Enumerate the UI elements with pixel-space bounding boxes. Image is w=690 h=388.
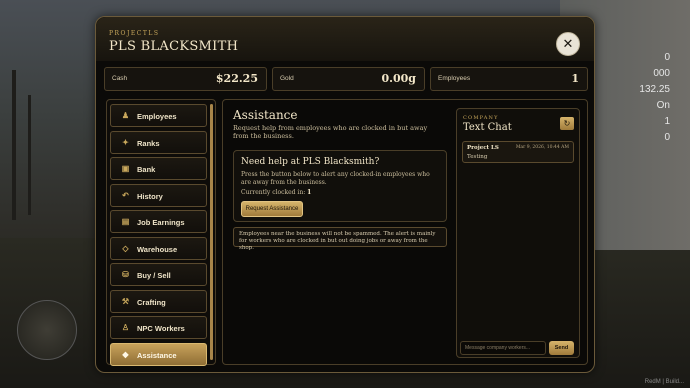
bank-icon: ▣	[121, 164, 130, 173]
sidebar-item-job-earnings[interactable]: ▤ Job Earnings	[110, 210, 207, 233]
stat-label: Employees	[438, 75, 471, 82]
header-subtitle: PROJECTLS	[109, 30, 160, 37]
page-title: PLS BLACKSMITH	[109, 39, 239, 54]
sidebar-item-buy-sell[interactable]: ⛁ Buy / Sell	[110, 263, 207, 286]
help-text: Press the button below to alert any cloc…	[241, 171, 430, 186]
stat-label: Cash	[112, 75, 128, 82]
sidebar-item-label: Warehouse	[137, 245, 178, 254]
chat-title: Text Chat	[463, 122, 512, 133]
refresh-icon: ↻	[563, 119, 571, 128]
close-button[interactable]: ✕	[556, 32, 580, 56]
info-note: Employees near the business will not be …	[233, 227, 447, 251]
game-background-pole	[12, 70, 16, 220]
sidebar-item-label: Employees	[137, 112, 177, 121]
main-panel: Assistance Request help from employees w…	[222, 99, 588, 365]
clocked-in-value: 1	[307, 189, 312, 196]
hud-value: On	[656, 100, 670, 111]
game-background-pole	[28, 95, 31, 215]
modal-header: PROJECTLS PLS BLACKSMITH ✕	[96, 17, 594, 61]
stat-value: 1	[571, 72, 579, 85]
hud-values: 0 000 132.25 On 1 0	[639, 50, 670, 146]
message-body: Testing	[467, 154, 488, 160]
chat-message-input[interactable]: Message company workers...	[460, 341, 546, 355]
stat-value: 0.00g	[381, 72, 416, 85]
send-button[interactable]: Send	[549, 341, 574, 355]
sidebar-item-label: Buy / Sell	[137, 271, 171, 280]
sidebar-item-label: Job Earnings	[137, 218, 185, 227]
request-assistance-button[interactable]: Request Assistance	[241, 201, 303, 217]
sidebar-item-label: Assistance	[137, 351, 177, 360]
hud-value: 000	[653, 68, 670, 79]
sidebar-item-history[interactable]: ↶ History	[110, 184, 207, 207]
bag-icon: ⛁	[122, 270, 129, 279]
chat-message: Project LS Mar 9, 2026, 10:44 AM Testing	[462, 141, 574, 163]
sidebar-item-label: Bank	[137, 165, 156, 174]
sidebar-scroll-thumb[interactable]	[210, 104, 213, 360]
section-title: Assistance	[233, 108, 298, 122]
hud-value: 1	[664, 116, 670, 127]
history-icon: ↶	[122, 191, 129, 200]
sidebar-item-employees[interactable]: ♟ Employees	[110, 104, 207, 127]
help-card: Need help at PLS Blacksmith? Press the b…	[233, 150, 447, 222]
sidebar-item-npc-workers[interactable]: ♙ NPC Workers	[110, 316, 207, 339]
warehouse-icon: ◇	[122, 244, 129, 253]
chat-subtitle: COMPANY	[463, 115, 499, 121]
sidebar-item-ranks[interactable]: ✦ Ranks	[110, 131, 207, 154]
diamond-icon: ◆	[122, 350, 129, 359]
stat-employees: Employees 1	[430, 67, 588, 91]
stat-gold: Gold 0.00g	[272, 67, 425, 91]
message-author: Project LS	[467, 145, 499, 151]
help-heading: Need help at PLS Blacksmith?	[241, 157, 380, 167]
stat-label: Gold	[280, 75, 294, 82]
stat-cash: Cash $22.25	[104, 67, 267, 91]
section-description: Request help from employees who are cloc…	[233, 124, 428, 140]
ledger-icon: ▤	[121, 217, 130, 226]
message-time: Mar 9, 2026, 10:44 AM	[515, 145, 569, 150]
hud-value: 0	[664, 132, 670, 143]
stat-value: $22.25	[215, 72, 258, 85]
clocked-in-label: Currently clocked in:	[241, 189, 306, 196]
business-modal: PROJECTLS PLS BLACKSMITH ✕ Cash $22.25 G…	[95, 16, 595, 373]
sidebar-item-label: Ranks	[137, 139, 160, 148]
refresh-button[interactable]: ↻	[560, 117, 574, 130]
close-icon: ✕	[562, 36, 574, 52]
sidebar: ♟ Employees ✦ Ranks ▣ Bank ↶ History ▤ Job Ea…	[106, 99, 216, 366]
sidebar-item-label: Crafting	[137, 298, 166, 307]
worker-icon: ♙	[121, 323, 130, 332]
person-icon: ♟	[121, 111, 130, 120]
hammers-icon: ⚒	[121, 297, 130, 306]
ranks-icon: ✦	[122, 138, 129, 147]
company-chat: COMPANY Text Chat ↻ Project LS Mar 9, 20…	[456, 108, 580, 358]
sidebar-item-label: History	[137, 192, 163, 201]
sidebar-item-crafting[interactable]: ⚒ Crafting	[110, 290, 207, 313]
hud-value: 132.25	[639, 84, 670, 95]
minimap	[17, 300, 77, 360]
sidebar-item-bank[interactable]: ▣ Bank	[110, 157, 207, 180]
sidebar-item-warehouse[interactable]: ◇ Warehouse	[110, 237, 207, 260]
sidebar-item-assistance[interactable]: ◆ Assistance	[110, 343, 207, 366]
clocked-in-count: Currently clocked in: 1	[241, 189, 311, 196]
watermark: RedM | Build...	[644, 379, 684, 385]
sidebar-item-label: NPC Workers	[137, 324, 185, 333]
hud-value: 0	[664, 52, 670, 63]
